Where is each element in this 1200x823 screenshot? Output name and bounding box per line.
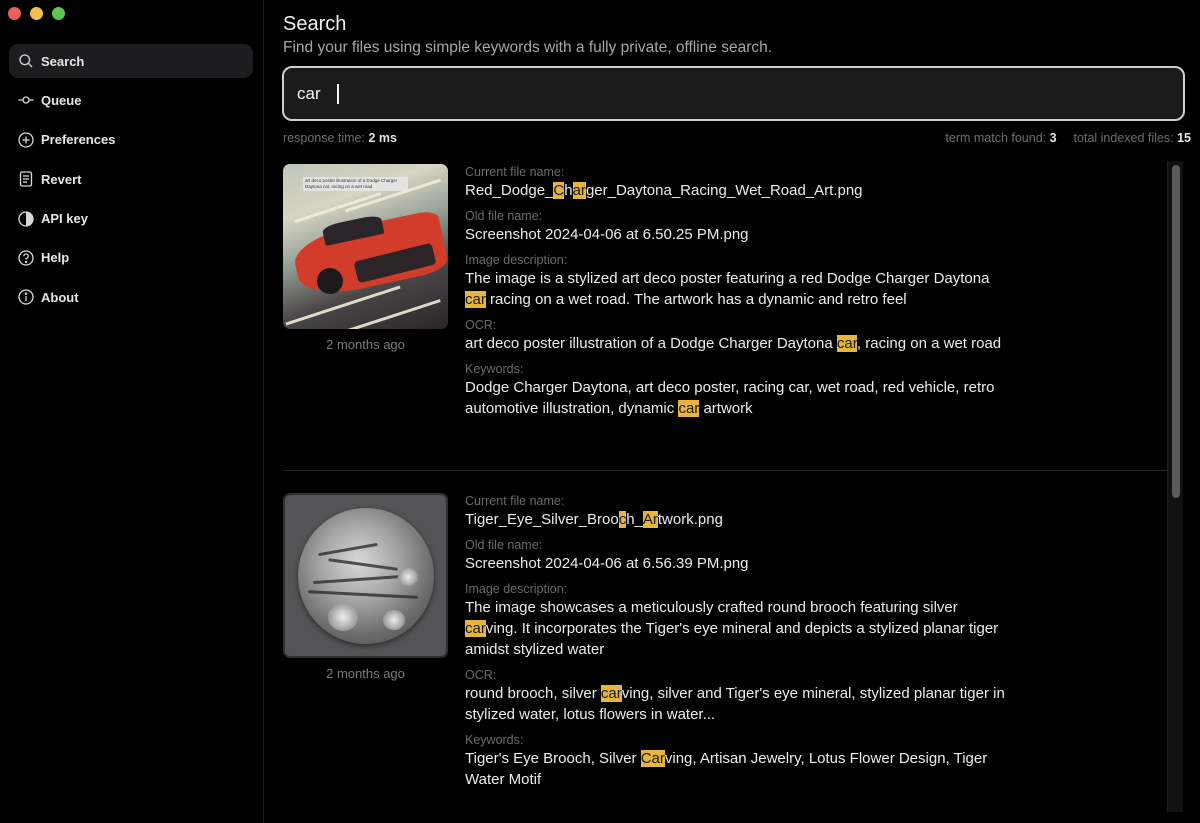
sidebar-item-label: Search (41, 53, 85, 69)
match-highlight: car (678, 400, 700, 417)
sidebar-item-search[interactable]: Search (9, 44, 253, 78)
sidebar-item-label: Queue (41, 92, 82, 108)
sidebar-item-preferences[interactable]: Preferences (9, 123, 253, 157)
old-file-name-label: Old file name: (465, 538, 543, 552)
image-description-label: Image description: (465, 253, 568, 267)
sidebar-item-label: About (41, 289, 79, 305)
sidebar-item-label: Revert (41, 171, 82, 187)
sidebar-item-label: Preferences (41, 132, 116, 148)
match-highlight: car (465, 291, 486, 308)
commit-icon (18, 92, 34, 108)
sidebar: Search Queue Preferences Revert API key (0, 0, 264, 823)
search-stats: term match found: 3 total indexed files:… (945, 131, 1191, 145)
current-file-name-value[interactable]: Red_Dodge_Charger_Daytona_Racing_Wet_Roa… (465, 180, 1005, 201)
image-description-value: The image showcases a meticulously craft… (465, 599, 999, 658)
match-highlight: c (618, 511, 627, 528)
sidebar-item-api-key[interactable]: API key (9, 202, 253, 236)
car-poster-image: art deco poster illustration of a Dodge … (283, 164, 448, 329)
response-time-value: 2 ms (368, 131, 397, 145)
result-thumbnail-column: 2 months ago (283, 493, 448, 681)
current-file-name-label: Current file name: (465, 165, 565, 179)
old-file-name-value: Screenshot 2024-04-06 at 6.50.25 PM.png (465, 226, 749, 243)
document-icon (18, 171, 34, 187)
match-highlight: car (836, 335, 857, 352)
match-highlight: ar (572, 182, 586, 199)
ocr-label: OCR: (465, 668, 497, 682)
result-item[interactable]: 2 months ago Current file name: Tiger_Ey… (283, 471, 1167, 790)
total-indexed-label: total indexed files: (1073, 131, 1174, 145)
sidebar-item-help[interactable]: Help (9, 241, 253, 275)
result-thumbnail[interactable]: art deco poster illustration of a Dodge … (283, 164, 448, 329)
main-content: Search Find your files using simple keyw… (264, 0, 1200, 823)
response-time: response time: 2 ms (283, 131, 397, 145)
search-box[interactable] (282, 66, 1185, 121)
page-title: Search (283, 13, 347, 35)
thumbnail-ocr-overlay: art deco poster illustration of a Dodge … (303, 177, 408, 191)
result-info: Current file name: Red_Dodge_Charger_Day… (465, 164, 1005, 419)
maximize-window-button[interactable] (52, 7, 65, 20)
match-highlight: Car (640, 750, 665, 767)
window-controls (8, 7, 65, 20)
minimize-window-button[interactable] (30, 7, 43, 20)
sidebar-item-revert[interactable]: Revert (9, 162, 253, 196)
match-highlight: Ar (642, 511, 658, 528)
sidebar-item-label: API key (41, 211, 88, 227)
result-thumbnail-column: art deco poster illustration of a Dodge … (283, 164, 448, 352)
results-scrollbar[interactable] (1167, 161, 1183, 812)
results-list: art deco poster illustration of a Dodge … (283, 160, 1167, 823)
text-caret (337, 83, 339, 104)
sidebar-item-label: Help (41, 250, 70, 266)
term-match-value: 3 (1049, 131, 1057, 145)
result-date: 2 months ago (326, 666, 405, 681)
sidebar-nav: Search Queue Preferences Revert API key (9, 44, 253, 320)
ocr-label: OCR: (465, 318, 497, 332)
keywords-value: Dodge Charger Daytona, art deco poster, … (465, 379, 995, 417)
total-indexed-value: 15 (1177, 131, 1191, 145)
result-thumbnail[interactable] (283, 493, 448, 658)
response-time-label: response time: (283, 131, 365, 145)
sidebar-item-about[interactable]: About (9, 280, 253, 314)
keywords-label: Keywords: (465, 362, 524, 376)
info-circle-icon (18, 289, 34, 305)
result-item[interactable]: art deco poster illustration of a Dodge … (283, 160, 1167, 471)
match-highlight: car (465, 620, 486, 637)
close-window-button[interactable] (8, 7, 21, 20)
page-subtitle: Find your files using simple keywords wi… (283, 39, 773, 56)
search-icon (18, 53, 34, 69)
brooch-image (297, 507, 434, 644)
result-date: 2 months ago (326, 337, 405, 352)
image-description-label: Image description: (465, 582, 568, 596)
old-file-name-value: Screenshot 2024-04-06 at 6.56.39 PM.png (465, 555, 749, 572)
ocr-value: art deco poster illustration of a Dodge … (465, 335, 1002, 352)
scrollbar-thumb[interactable] (1172, 165, 1180, 498)
keywords-label: Keywords: (465, 733, 524, 747)
sidebar-item-queue[interactable]: Queue (9, 83, 253, 117)
half-circle-icon (18, 210, 34, 227)
match-highlight: car (600, 685, 622, 702)
plus-circle-icon (18, 132, 34, 148)
current-file-name-label: Current file name: (465, 494, 565, 508)
image-description-value: The image is a stylized art deco poster … (465, 270, 990, 308)
current-file-name-value[interactable]: Tiger_Eye_Silver_Brooch_Artwork.png (465, 509, 1005, 530)
old-file-name-label: Old file name: (465, 209, 543, 223)
result-info: Current file name: Tiger_Eye_Silver_Broo… (465, 493, 1005, 790)
term-match-label: term match found: (945, 131, 1047, 145)
question-circle-icon (18, 250, 34, 266)
match-highlight: C (553, 182, 565, 199)
ocr-value: round brooch, silver carving, silver and… (465, 685, 1005, 723)
search-input[interactable] (297, 83, 338, 104)
keywords-value: Tiger's Eye Brooch, Silver Carving, Arti… (465, 750, 988, 788)
